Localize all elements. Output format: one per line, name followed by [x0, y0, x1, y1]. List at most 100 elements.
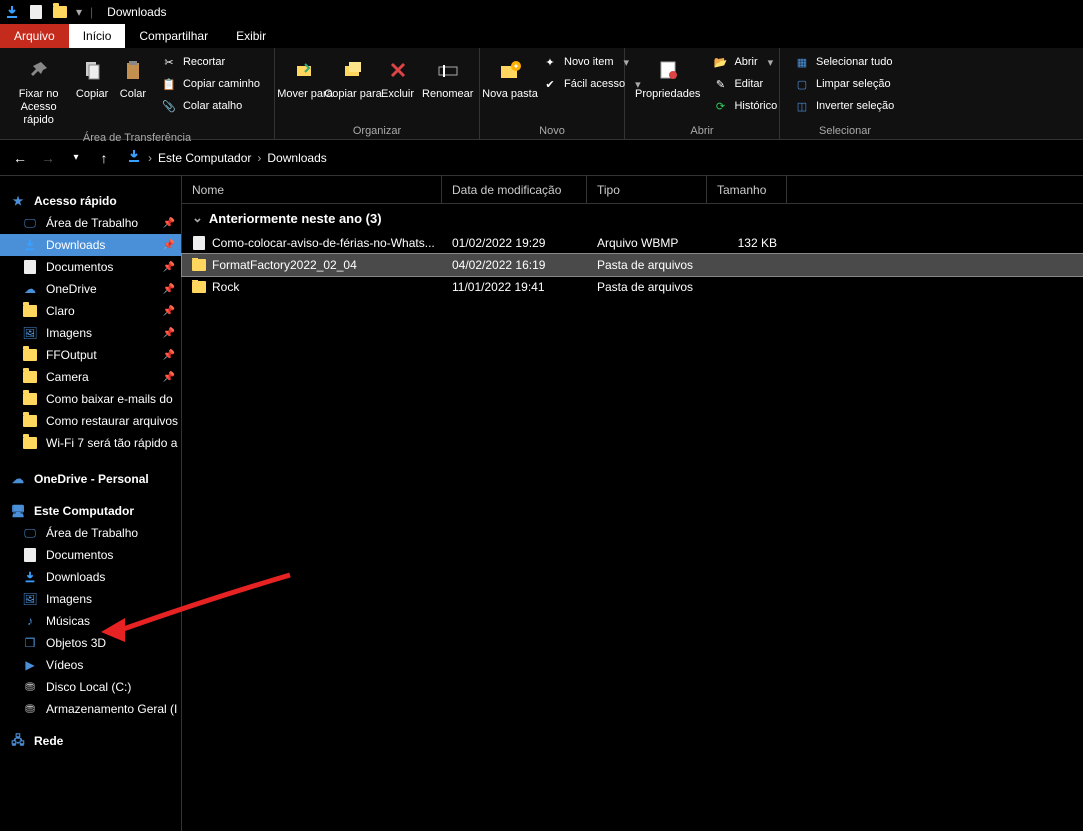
sidebar-item-label: Como baixar e-mails do — [46, 392, 173, 406]
sidebar-item-claro[interactable]: Claro📌 — [0, 300, 181, 322]
file-row[interactable]: Rock11/01/2022 19:41Pasta de arquivos — [182, 276, 1083, 298]
copy-path-button[interactable]: 📋 Copiar caminho — [155, 74, 266, 94]
sidebar-item-label: Objetos 3D — [46, 636, 106, 650]
invert-selection-button[interactable]: ◫ Inverter seleção — [788, 96, 900, 116]
sidebar-rede[interactable]: 🖧 Rede — [0, 730, 181, 752]
sidebar-item-label: Imagens — [46, 592, 92, 606]
back-button[interactable]: ← — [8, 146, 32, 170]
chevron-down-icon: ⌄ — [192, 210, 203, 226]
file-group-header[interactable]: ⌄ Anteriormente neste ano (3) — [182, 204, 1083, 232]
desktop-icon: 🖵 — [22, 215, 38, 231]
sidebar-item-wi-fi-7-será-tão-rápido-a[interactable]: Wi-Fi 7 será tão rápido a — [0, 432, 181, 454]
sidebar-item-downloads[interactable]: Downloads — [0, 566, 181, 588]
history-icon: ⟳ — [712, 98, 728, 114]
sidebar-item-onedrive[interactable]: ☁OneDrive📌 — [0, 278, 181, 300]
pin-icon: 📌 — [163, 328, 175, 339]
history-button[interactable]: ⟳ Histórico — [706, 96, 783, 116]
svg-text:✦: ✦ — [513, 62, 520, 71]
sidebar-item-imagens[interactable]: 🖼 Imagens — [0, 588, 181, 610]
select-all-button[interactable]: ▦ Selecionar tudo — [788, 52, 900, 72]
folder-icon — [22, 435, 38, 451]
sidebar-item-documentos[interactable]: Documentos — [0, 544, 181, 566]
sidebar-onedrive[interactable]: ☁ OneDrive - Personal — [0, 468, 181, 490]
sidebar-item-label: Como restaurar arquivos — [46, 414, 178, 428]
cut-button[interactable]: ✂ Recortar — [155, 52, 266, 72]
sidebar-item-como-baixar-e-mails-do[interactable]: Como baixar e-mails do — [0, 388, 181, 410]
new-folder-button[interactable]: ✦ Nova pasta — [488, 52, 532, 123]
paste-shortcut-button[interactable]: 📎 Colar atalho — [155, 96, 266, 116]
crumb-this-pc[interactable]: Este Computador — [158, 151, 251, 165]
col-type[interactable]: Tipo — [587, 176, 707, 203]
sidebar-quick-access[interactable]: ★ Acesso rápido — [0, 190, 181, 212]
sidebar-item-downloads[interactable]: Downloads📌 — [0, 234, 181, 256]
pin-icon: 📌 — [163, 306, 175, 317]
sidebar-item-label: Músicas — [46, 614, 90, 628]
sidebar-item-documentos[interactable]: Documentos📌 — [0, 256, 181, 278]
sidebar-item-armazenamento-geral-(i[interactable]: ⛃Armazenamento Geral (I — [0, 698, 181, 720]
delete-button[interactable]: Excluir — [379, 52, 416, 123]
folder-icon — [52, 4, 68, 20]
sidebar-item-ffoutput[interactable]: FFOutput📌 — [0, 344, 181, 366]
shortcut-icon: 📎 — [161, 98, 177, 114]
pc-icon: 🖥 — [10, 503, 26, 519]
image-icon: 🖼 — [22, 591, 38, 607]
sidebar-item-disco-local-(c:)[interactable]: ⛃Disco Local (C:) — [0, 676, 181, 698]
disk-icon: ⛃ — [22, 701, 38, 717]
up-button[interactable]: ↑ — [92, 146, 116, 170]
sidebar-item-label: Camera — [46, 370, 89, 384]
paste-button[interactable]: Colar — [115, 52, 151, 130]
recent-dropdown[interactable]: ▾ — [64, 146, 88, 170]
qat-dropdown-icon[interactable]: ▾ — [76, 5, 82, 19]
move-to-button[interactable]: Mover para — [283, 52, 327, 123]
rename-button[interactable]: Renomear — [420, 52, 475, 123]
folder-icon — [22, 303, 38, 319]
col-size[interactable]: Tamanho — [707, 176, 787, 203]
pin-quick-access-button[interactable]: Fixar no Acesso rápido — [8, 52, 69, 130]
sidebar-item-label: Disco Local (C:) — [46, 680, 131, 694]
sidebar-item-label: Área de Trabalho — [46, 526, 138, 540]
sidebar-item-label: OneDrive — [46, 282, 97, 296]
sidebar-item-como-restaurar-arquivos[interactable]: Como restaurar arquivos — [0, 410, 181, 432]
network-icon: 🖧 — [10, 733, 26, 749]
ribbon-tabs: Arquivo Início Compartilhar Exibir — [0, 24, 1083, 48]
sidebar-item-objetos-3d[interactable]: ❒ Objetos 3D — [0, 632, 181, 654]
file-type: Arquivo WBMP — [587, 236, 707, 250]
tab-compartilhar[interactable]: Compartilhar — [125, 24, 222, 48]
sidebar-item-vídeos[interactable]: ▶Vídeos — [0, 654, 181, 676]
sidebar-item-camera[interactable]: Camera📌 — [0, 366, 181, 388]
crumb-downloads[interactable]: Downloads — [267, 151, 326, 165]
clear-selection-button[interactable]: ▢ Limpar seleção — [788, 74, 900, 94]
address-bar[interactable]: › Este Computador › Downloads — [120, 146, 1075, 170]
tab-arquivo[interactable]: Arquivo — [0, 24, 69, 48]
tab-inicio[interactable]: Início — [69, 24, 126, 48]
sidebar-item-label: FFOutput — [46, 348, 97, 362]
cloud-icon: ☁ — [22, 281, 38, 297]
file-row[interactable]: Como-colocar-aviso-de-férias-no-Whats...… — [182, 232, 1083, 254]
sidebar-item-área-de-trabalho[interactable]: 🖵Área de Trabalho📌 — [0, 212, 181, 234]
copy-button[interactable]: Copiar — [73, 52, 111, 130]
folder-icon — [22, 391, 38, 407]
sidebar-this-pc[interactable]: 🖥 Este Computador — [0, 500, 181, 522]
file-row[interactable]: FormatFactory2022_02_0404/02/2022 16:19P… — [182, 254, 1083, 276]
col-date[interactable]: Data de modificação — [442, 176, 587, 203]
tab-exibir[interactable]: Exibir — [222, 24, 280, 48]
download-icon — [22, 569, 38, 585]
downloads-path-icon — [126, 148, 142, 167]
music-icon: ♪ — [22, 613, 38, 629]
file-type: Pasta de arquivos — [587, 280, 707, 294]
file-white-icon — [28, 4, 44, 20]
copy-to-button[interactable]: Copiar para — [331, 52, 375, 123]
col-name[interactable]: Nome — [182, 176, 442, 203]
folder-icon — [22, 413, 38, 429]
edit-button[interactable]: ✎ Editar — [706, 74, 783, 94]
sidebar-item-músicas[interactable]: ♪ Músicas — [0, 610, 181, 632]
open-button[interactable]: 📂 Abrir▾ — [706, 52, 783, 72]
properties-button[interactable]: Propriedades — [633, 52, 702, 123]
sidebar-item-imagens[interactable]: 🖼Imagens📌 — [0, 322, 181, 344]
properties-icon — [652, 54, 684, 86]
downloads-icon — [4, 4, 20, 20]
group-new-label: Novo — [488, 125, 616, 137]
sidebar-item-área-de-trabalho[interactable]: 🖵Área de Trabalho — [0, 522, 181, 544]
cube-icon: ❒ — [22, 635, 38, 651]
forward-button[interactable]: → — [36, 146, 60, 170]
